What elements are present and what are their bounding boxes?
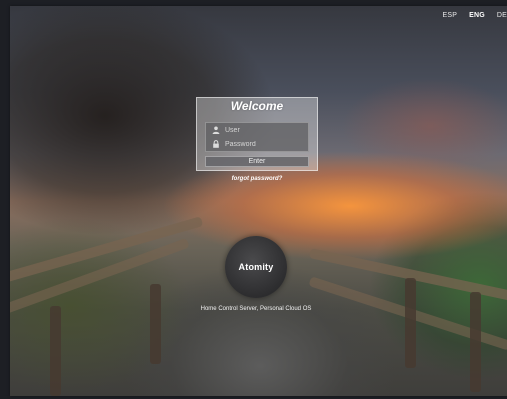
- railing-post: [50, 306, 61, 396]
- lock-icon: [211, 139, 221, 149]
- user-field-row: [206, 123, 308, 137]
- user-icon: [211, 125, 221, 135]
- language-de[interactable]: DE: [497, 12, 507, 19]
- background-frame: [10, 6, 507, 396]
- password-field-row: [206, 137, 308, 151]
- username-input[interactable]: [225, 126, 305, 134]
- railing-post: [405, 278, 416, 368]
- atomity-logo: Atomity: [225, 236, 287, 298]
- language-selector: ESP ENG DE: [442, 12, 507, 19]
- logo-text: Atomity: [238, 262, 274, 272]
- forgot-password-link[interactable]: forgot password?: [196, 176, 318, 182]
- password-input[interactable]: [225, 140, 305, 148]
- login-page: ESP ENG DE Welcome User Enter forgot pas…: [0, 0, 507, 399]
- enter-button[interactable]: Enter: [205, 156, 309, 167]
- welcome-title: Welcome: [230, 99, 284, 113]
- tagline: Home Control Server, Personal Cloud OS: [200, 306, 312, 312]
- background-photo: [10, 6, 507, 396]
- language-esp[interactable]: ESP: [442, 12, 457, 19]
- credentials-box: [205, 122, 309, 152]
- railing-post: [470, 292, 481, 392]
- login-panel: Welcome User Enter: [196, 97, 318, 171]
- railing-post: [150, 284, 161, 364]
- language-eng[interactable]: ENG: [469, 12, 485, 19]
